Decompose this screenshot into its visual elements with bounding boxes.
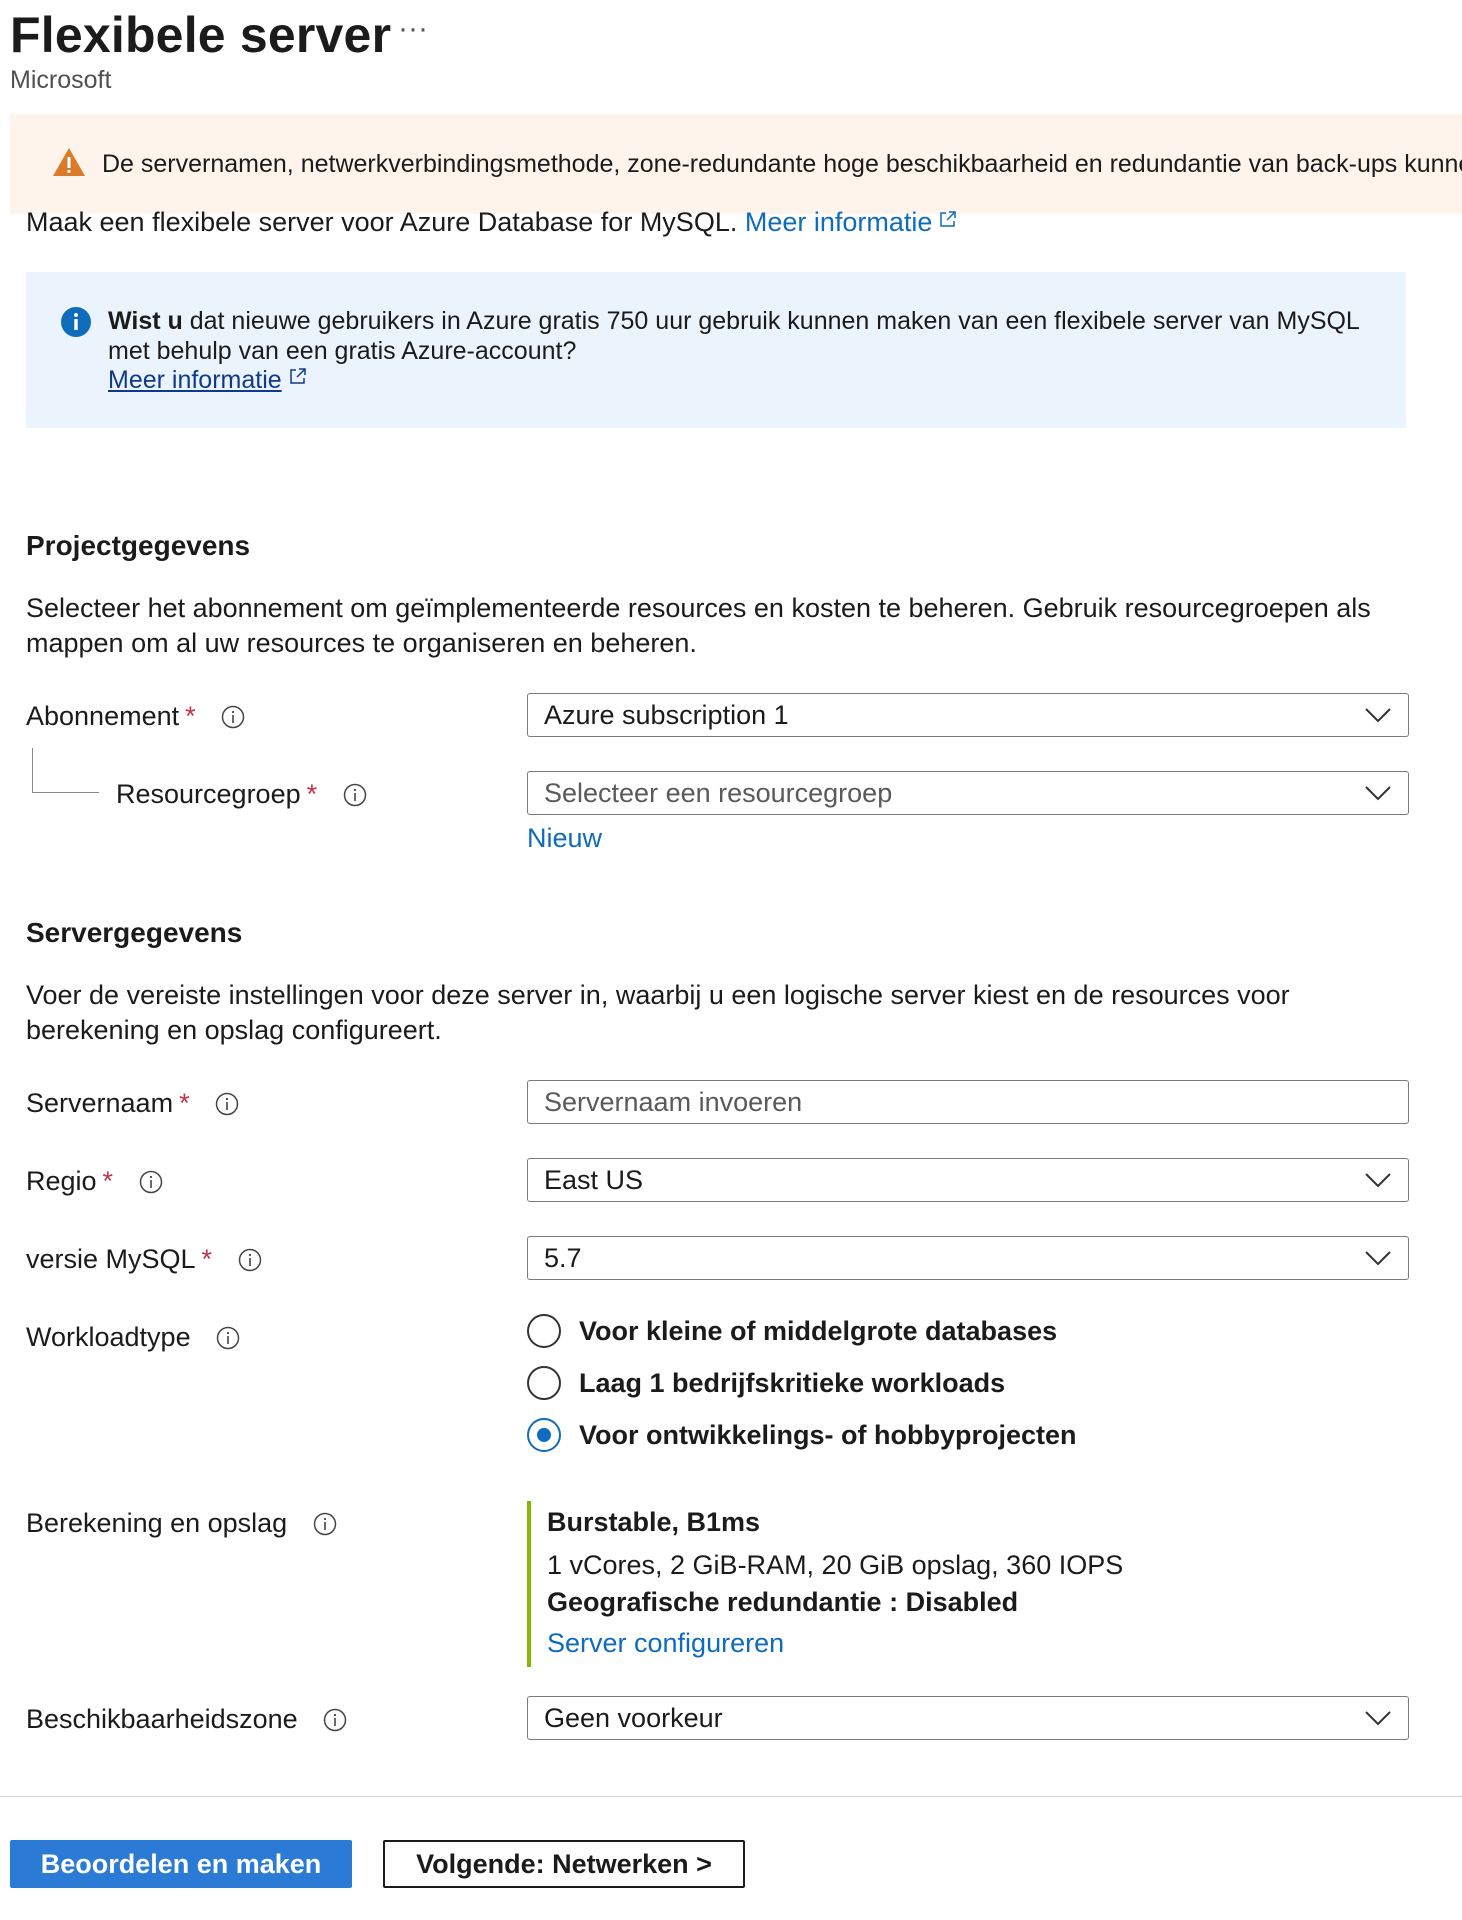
radio-button[interactable]	[527, 1366, 561, 1400]
info-tooltip-icon[interactable]	[343, 783, 367, 807]
info-body: dat nieuwe gebruikers in Azure gratis 75…	[108, 307, 1359, 365]
chevron-down-icon	[1365, 1251, 1391, 1266]
server-description: Voer de vereiste instellingen voor deze …	[26, 980, 1290, 1045]
info-tooltip-icon[interactable]	[216, 1326, 240, 1350]
publisher-label: Microsoft	[10, 66, 112, 94]
info-tooltip-icon[interactable]	[313, 1512, 337, 1536]
required-marker: *	[201, 1244, 213, 1274]
availability-zone-label-text: Beschikbaarheidszone	[26, 1704, 298, 1734]
workload-option-dev-hobby[interactable]: Voor ontwikkelings- of hobbyprojecten	[527, 1418, 1077, 1452]
required-marker: *	[179, 1088, 190, 1118]
mysql-version-label: versie MySQL *	[26, 1244, 262, 1275]
project-description: Selecteer het abonnement om geïmplemente…	[26, 593, 1371, 658]
warning-text: De servernamen, netwerkverbindingsmethod…	[102, 150, 1462, 178]
compute-storage-label: Berekening en opslag	[26, 1508, 337, 1539]
required-marker: *	[185, 701, 196, 731]
info-text: Wist u dat nieuwe gebruikers in Azure gr…	[108, 306, 1378, 366]
tree-connector	[32, 748, 99, 793]
subscription-label-text: Abonnement	[26, 701, 180, 731]
workload-type-label-text: Workloadtype	[26, 1322, 191, 1352]
workload-option-label: Laag 1 bedrijfskritieke workloads	[579, 1367, 1006, 1398]
region-label-text: Regio	[26, 1166, 97, 1196]
geo-redundancy: Geografische redundantie : Disabled	[547, 1587, 1019, 1617]
info-circle-icon	[61, 307, 91, 337]
subscription-value: Azure subscription 1	[544, 699, 789, 730]
chevron-down-icon	[1365, 708, 1391, 723]
subscription-label: Abonnement *	[26, 701, 245, 732]
compute-storage-label-text: Berekening en opslag	[26, 1508, 288, 1538]
intro-text: Maak een flexibele server voor Azure Dat…	[26, 207, 958, 238]
info-tooltip-icon[interactable]	[221, 705, 245, 729]
info-tooltip-icon[interactable]	[215, 1092, 239, 1116]
workload-option-tier1[interactable]: Laag 1 bedrijfskritieke workloads	[527, 1366, 1005, 1400]
warning-banner: De servernamen, netwerkverbindingsmethod…	[10, 114, 1462, 214]
project-heading: Projectgegevens	[26, 530, 251, 561]
mysql-version-dropdown[interactable]: 5.7	[527, 1236, 1409, 1280]
footer-divider	[0, 1796, 1462, 1797]
availability-zone-value: Geen voorkeur	[544, 1702, 723, 1733]
required-marker: *	[102, 1166, 114, 1196]
mysql-version-value: 5.7	[544, 1242, 582, 1273]
page-title: Flexibele server	[10, 7, 392, 63]
info-tooltip-icon[interactable]	[323, 1708, 347, 1732]
info-tooltip-icon[interactable]	[238, 1248, 262, 1272]
info-tooltip-icon[interactable]	[139, 1170, 163, 1194]
warning-triangle-icon	[53, 148, 85, 176]
availability-zone-dropdown[interactable]: Geen voorkeur	[527, 1696, 1409, 1740]
workload-type-label: Workloadtype	[26, 1322, 240, 1353]
compute-summary: Burstable, B1ms 1 vCores, 2 GiB-RAM, 20 …	[527, 1501, 1407, 1667]
chevron-down-icon	[1365, 1711, 1391, 1726]
workload-option-label: Voor ontwikkelings- of hobbyprojecten	[579, 1419, 1077, 1450]
more-options-button[interactable]: ···	[398, 12, 428, 46]
resource-group-label: Resourcegroep *	[116, 779, 367, 810]
compute-tier: Burstable, B1ms	[547, 1507, 761, 1537]
configure-server-link[interactable]: Server configureren	[547, 1628, 784, 1658]
create-new-resource-group-link[interactable]: Nieuw	[527, 823, 602, 854]
resource-group-label-text: Resourcegroep	[116, 779, 301, 809]
external-link-icon	[289, 368, 306, 384]
server-name-label-text: Servernaam	[26, 1088, 174, 1118]
external-link-icon	[940, 211, 957, 227]
server-heading: Servergegevens	[26, 917, 243, 948]
mysql-version-label-text: versie MySQL	[26, 1244, 196, 1274]
info-learn-more-label: Meer informatie	[108, 366, 282, 394]
server-name-label: Servernaam *	[26, 1088, 239, 1119]
info-bold: Wist u	[108, 307, 183, 335]
availability-zone-label: Beschikbaarheidszone	[26, 1704, 347, 1735]
intro-learn-more-link[interactable]: Meer informatie	[745, 207, 959, 237]
region-label: Regio *	[26, 1166, 163, 1197]
region-value: East US	[544, 1164, 644, 1195]
server-name-input[interactable]	[527, 1080, 1409, 1124]
required-marker: *	[306, 779, 318, 809]
region-dropdown[interactable]: East US	[527, 1158, 1409, 1202]
chevron-down-icon	[1365, 1173, 1391, 1188]
resource-group-placeholder: Selecteer een resourcegroep	[544, 777, 893, 808]
intro-learn-more-label: Meer informatie	[744, 207, 933, 237]
next-networking-button[interactable]: Volgende: Netwerken >	[383, 1840, 745, 1888]
workload-option-label: Voor kleine of middelgrote databases	[579, 1315, 1058, 1346]
radio-button-selected[interactable]	[527, 1418, 561, 1452]
workload-option-small-medium[interactable]: Voor kleine of middelgrote databases	[527, 1314, 1057, 1348]
chevron-down-icon	[1365, 786, 1391, 801]
review-create-button[interactable]: Beoordelen en maken	[10, 1840, 352, 1888]
compute-spec: 1 vCores, 2 GiB-RAM, 20 GiB opslag, 360 …	[547, 1550, 1124, 1580]
subscription-dropdown[interactable]: Azure subscription 1	[527, 693, 1409, 737]
resource-group-dropdown[interactable]: Selecteer een resourcegroep	[527, 771, 1409, 815]
radio-button[interactable]	[527, 1314, 561, 1348]
info-learn-more-link[interactable]: Meer informatie	[108, 366, 308, 395]
intro-description: Maak een flexibele server voor Azure Dat…	[26, 207, 738, 237]
